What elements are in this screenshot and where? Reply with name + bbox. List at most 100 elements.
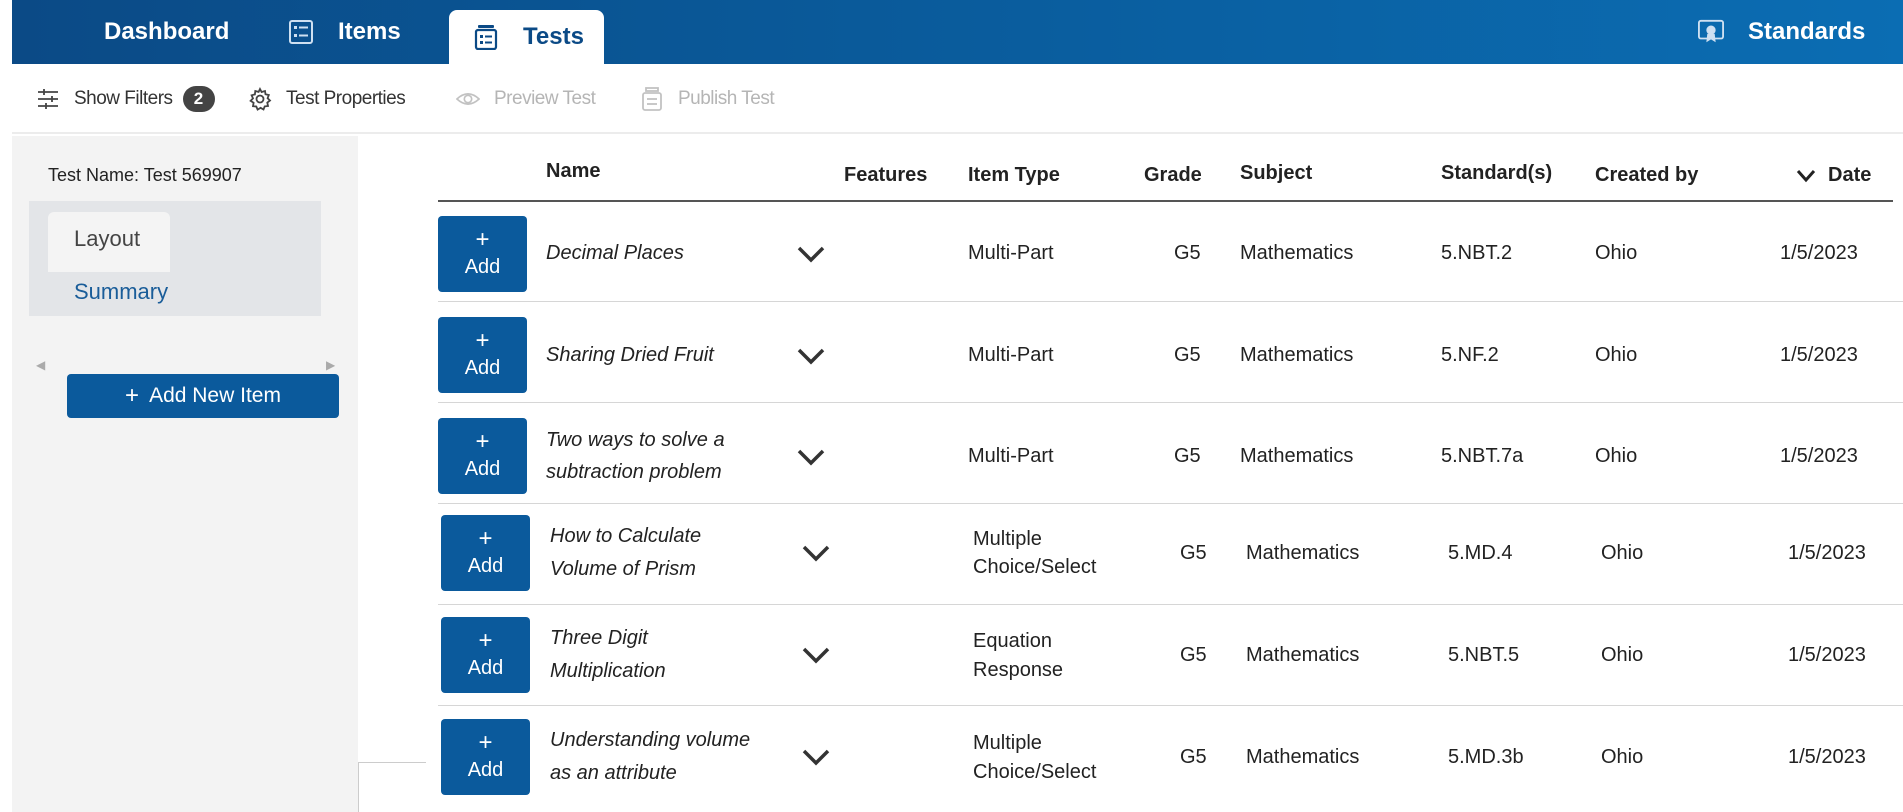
item-name-line1: How to Calculate: [550, 525, 702, 547]
publish-list-icon: [640, 87, 664, 111]
item-grade: G5: [1174, 344, 1201, 366]
header-standards[interactable]: Standard(s): [1441, 162, 1552, 185]
plus-icon: +: [475, 327, 490, 354]
test-list-icon: [473, 24, 499, 50]
item-type-line1: Multiple: [973, 732, 1042, 754]
certificate-icon: [1698, 19, 1724, 45]
add-item-button[interactable]: + Add: [441, 515, 530, 591]
nav-items[interactable]: Items: [288, 0, 401, 64]
publish-test-button[interactable]: Publish Test: [640, 84, 775, 114]
header-item-type[interactable]: Item Type: [968, 164, 1060, 187]
item-name: Sharing Dried Fruit: [546, 344, 714, 366]
item-date: 1/5/2023: [1780, 344, 1858, 366]
item-name-line2: Volume of Prism: [550, 558, 696, 580]
gear-icon: [248, 87, 272, 111]
item-type-line2: Choice/Select: [973, 556, 1097, 578]
item-standard: 5.NBT.7a: [1441, 445, 1524, 467]
item-date: 1/5/2023: [1788, 746, 1866, 768]
expand-chevron-down-icon[interactable]: [801, 645, 831, 665]
item-standard: 5.NF.2: [1441, 344, 1499, 366]
toolbar: Show Filters 2 Test Properties Preview T…: [12, 64, 1903, 134]
item-standard: 5.NBT.5: [1448, 644, 1520, 666]
top-navigation-bar: Dashboard Items Standards: [12, 0, 1903, 64]
scroll-right-arrow-icon[interactable]: ▶: [326, 358, 335, 372]
plus-icon: +: [125, 382, 140, 409]
header-created-by[interactable]: Created by: [1595, 164, 1698, 187]
add-item-button[interactable]: + Add: [438, 216, 527, 292]
tab-summary[interactable]: Summary: [74, 279, 168, 305]
item-date: 1/5/2023: [1780, 242, 1858, 264]
item-created-by: Ohio: [1601, 644, 1644, 666]
item-subject: Mathematics: [1240, 242, 1354, 264]
item-standard: 5.MD.4: [1448, 542, 1513, 564]
test-name-label: Test Name: Test 569907: [48, 165, 242, 185]
plus-icon: +: [478, 729, 493, 756]
item-created-by: Ohio: [1601, 746, 1644, 768]
item-subject: Mathematics: [1246, 746, 1360, 768]
item-name-line1: Two ways to solve a: [546, 429, 725, 451]
expand-chevron-down-icon[interactable]: [801, 543, 831, 563]
item-type-line2: Choice/Select: [973, 761, 1097, 783]
item-name: Decimal Places: [546, 242, 684, 264]
item-date: 1/5/2023: [1788, 542, 1866, 564]
header-date[interactable]: Date: [1796, 164, 1871, 187]
add-item-button[interactable]: + Add: [441, 719, 530, 795]
nav-dashboard[interactable]: Dashboard: [104, 0, 229, 64]
plus-icon: +: [475, 428, 490, 455]
item-type-line2: Response: [973, 659, 1064, 681]
add-item-button[interactable]: + Add: [438, 418, 527, 494]
item-date: 1/5/2023: [1788, 644, 1866, 666]
item-created-by: Ohio: [1595, 445, 1638, 467]
expand-chevron-down-icon[interactable]: [796, 447, 826, 467]
item-subject: Mathematics: [1240, 445, 1354, 467]
item-name-line1: Three Digit: [550, 627, 648, 649]
item-created-by: Ohio: [1595, 242, 1638, 264]
show-filters-button[interactable]: Show Filters 2: [36, 84, 215, 114]
item-standard: 5.NBT.2: [1441, 242, 1513, 264]
item-created-by: Ohio: [1601, 542, 1644, 564]
add-item-button[interactable]: + Add: [441, 617, 530, 693]
expand-chevron-down-icon[interactable]: [801, 747, 831, 767]
add-new-item-button[interactable]: + Add New Item: [67, 374, 339, 418]
header-grade[interactable]: Grade: [1144, 164, 1202, 187]
expand-chevron-down-icon[interactable]: [796, 244, 826, 264]
header-features: Features: [844, 164, 928, 186]
item-standard: 5.MD.3b: [1448, 746, 1524, 768]
item-date: 1/5/2023: [1780, 445, 1858, 467]
nav-tests-tab[interactable]: Tests: [449, 10, 604, 64]
item-name-line2: Multiplication: [550, 660, 666, 682]
item-type-line1: Multiple: [973, 528, 1042, 550]
item-name-line2: subtraction problem: [546, 461, 722, 483]
panel-corner: [358, 762, 426, 812]
expand-chevron-down-icon[interactable]: [796, 346, 826, 366]
item-type: Multi-Part: [968, 344, 1054, 366]
header-name[interactable]: Name: [546, 160, 600, 183]
eye-icon: [456, 87, 480, 111]
item-name-line2: as an attribute: [550, 762, 677, 784]
tab-layout[interactable]: Layout: [48, 212, 170, 272]
item-grade: G5: [1180, 644, 1207, 666]
item-subject: Mathematics: [1246, 644, 1360, 666]
scroll-left-arrow-icon[interactable]: ◀: [36, 358, 45, 372]
filter-count-badge: 2: [182, 86, 215, 112]
plus-icon: +: [478, 525, 493, 552]
sliders-icon: [36, 87, 60, 111]
sort-chevron-down-icon: [1796, 169, 1816, 183]
item-type: Multi-Part: [968, 445, 1054, 467]
item-grade: G5: [1174, 242, 1201, 264]
test-properties-button[interactable]: Test Properties: [248, 84, 406, 114]
item-subject: Mathematics: [1246, 542, 1360, 564]
add-item-button[interactable]: + Add: [438, 317, 527, 393]
item-grade: G5: [1174, 445, 1201, 467]
item-name-line1: Understanding volume: [550, 729, 751, 751]
checklist-icon: [288, 19, 314, 45]
plus-icon: +: [475, 226, 490, 253]
item-created-by: Ohio: [1595, 344, 1638, 366]
item-type-line1: Equation: [973, 630, 1052, 652]
nav-standards[interactable]: Standards: [1698, 0, 1865, 64]
item-grade: G5: [1180, 746, 1207, 768]
item-type: Multi-Part: [968, 242, 1054, 264]
header-subject[interactable]: Subject: [1240, 162, 1312, 185]
item-grade: G5: [1180, 542, 1207, 564]
preview-test-button[interactable]: Preview Test: [456, 84, 596, 114]
